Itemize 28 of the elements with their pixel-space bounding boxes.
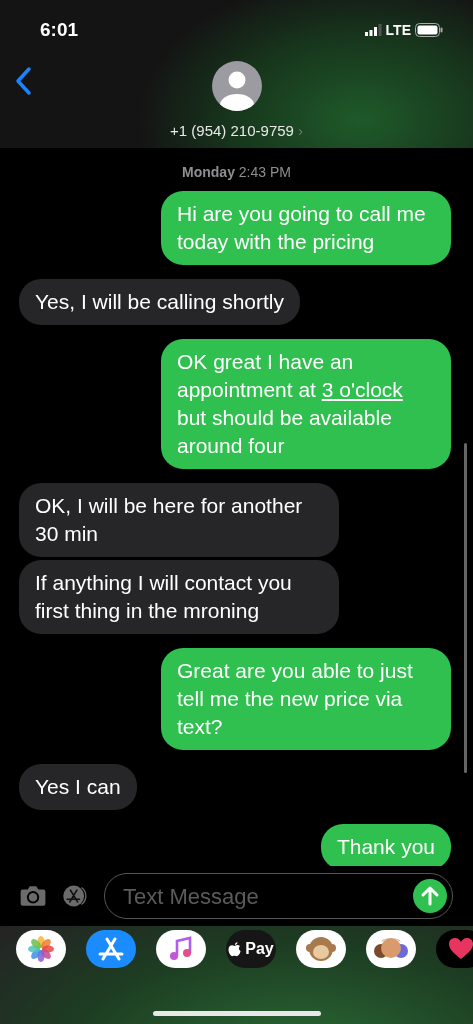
message-bubble: Yes, I will be calling shortly — [19, 279, 300, 325]
arrow-up-icon — [420, 885, 440, 907]
network-label: LTE — [385, 20, 411, 40]
status-time: 6:01 — [40, 17, 79, 42]
avatar-icon[interactable] — [210, 60, 263, 112]
apple-pay-button[interactable]: Pay — [226, 930, 276, 968]
signal-icon — [364, 24, 382, 36]
message-bubble: Hi are you going to call me today with the pricing — [161, 191, 451, 265]
message-bubble: OK great I have an appointment at 3 o'clock but should be available around four — [161, 339, 451, 469]
app-store-icon[interactable] — [86, 930, 136, 968]
message-field[interactable]: Text Message — [121, 878, 413, 914]
back-icon[interactable] — [14, 66, 34, 96]
animal-sticker-icon[interactable] — [296, 930, 346, 968]
message-bubble: Great are you able to just tell me the new price via text? — [161, 648, 451, 750]
message-timestamp: Monday 2:43 PM — [181, 163, 292, 182]
apple-icon — [228, 941, 242, 957]
message-bubble: Yes I can — [19, 764, 137, 810]
people-sticker-icon[interactable] — [366, 930, 416, 968]
heart-sticker-icon[interactable] — [436, 930, 473, 968]
message-bubble: Thank you — [320, 824, 451, 866]
message-bubble: If anything I will contact you first thing in the mroning — [19, 560, 339, 634]
battery-icon — [415, 23, 443, 37]
message-bubble: OK, I will be here for another 30 min — [19, 483, 339, 557]
music-icon[interactable] — [156, 930, 206, 968]
send-button[interactable] — [413, 879, 447, 913]
chevron-icon: › — [297, 120, 303, 143]
contact-name[interactable]: +1 (954) 210-9759 — [170, 120, 294, 143]
photos-icon[interactable] — [16, 930, 66, 968]
